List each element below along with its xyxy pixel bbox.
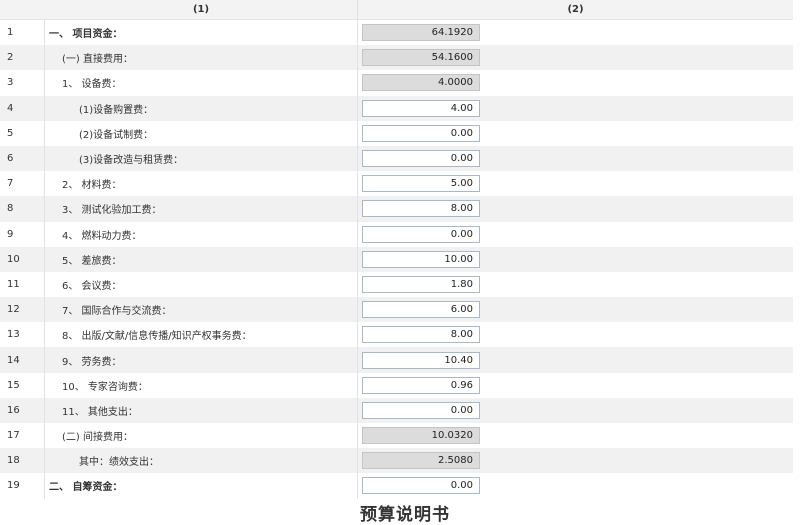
table-row: 13 8、 出版/文献/信息传播/知识产权事务费： 8.00 xyxy=(0,322,793,348)
row-number: 13 xyxy=(0,322,45,348)
table-row: 10 5、 差旅费： 10.00 xyxy=(0,246,793,272)
fuel-power-input[interactable]: 0.00 xyxy=(362,225,480,243)
table-row: 6 (3)设备改造与租赁费： 0.00 xyxy=(0,145,793,172)
table-row: 2 (一) 直接费用： 54.1600 xyxy=(0,45,793,71)
row-label-fuel-power: 4、 燃料动力费： xyxy=(45,221,358,247)
publication-input[interactable]: 8.00 xyxy=(362,326,480,344)
table-row: 15 10、 专家咨询费： 0.96 xyxy=(0,372,793,398)
other-input[interactable]: 0.00 xyxy=(362,401,480,419)
row-label-expert: 10、 专家咨询费： xyxy=(45,372,358,398)
row-label-equipment-rental: (3)设备改造与租赁费： xyxy=(45,145,358,172)
table-row: 11 6、 会议费： 1.80 xyxy=(0,271,793,298)
row-number: 19 xyxy=(0,473,45,499)
self-funds-input[interactable]: 0.00 xyxy=(362,477,480,495)
row-label-other: 11、 其他支出： xyxy=(45,397,358,423)
row-label-travel: 5、 差旅费： xyxy=(45,246,358,272)
row-label-performance: 其中：绩效支出： xyxy=(45,448,358,474)
table-row: 9 4、 燃料动力费： 0.00 xyxy=(0,221,793,247)
row-number: 1 xyxy=(0,20,45,46)
table-row: 7 2、 材料费： 5.00 xyxy=(0,171,793,197)
row-number: 8 xyxy=(0,196,45,222)
table-row: 18 其中：绩效支出： 2.5080 xyxy=(0,448,793,474)
row-number: 11 xyxy=(0,271,45,298)
header-num-cell xyxy=(0,0,45,19)
row-label-equipment-purchase: (1)设备购置费： xyxy=(45,95,358,121)
header-col1: (1) xyxy=(45,0,358,19)
indirect-costs-total: 10.0320 xyxy=(362,427,480,445)
table-header: (1) (2) xyxy=(0,0,793,20)
table-row: 8 3、 测试化验加工费： 8.00 xyxy=(0,196,793,222)
row-label-equipment: 1、 设备费： xyxy=(45,70,358,96)
header-col2: (2) xyxy=(567,4,584,15)
row-label-publication: 8、 出版/文献/信息传播/知识产权事务费： xyxy=(45,322,358,348)
row-label-equipment-trial: (2)设备试制费： xyxy=(45,120,358,146)
equipment-trial-input[interactable]: 0.00 xyxy=(362,124,480,142)
row-label-labor: 9、 劳务费： xyxy=(45,347,358,373)
table-row: 17 (二) 间接费用： 10.0320 xyxy=(0,423,793,449)
equipment-total: 4.0000 xyxy=(362,74,480,92)
table-row: 19 二、 自筹资金： 0.00 xyxy=(0,473,793,499)
row-label-international: 7、 国际合作与交流费： xyxy=(45,297,358,323)
row-number: 18 xyxy=(0,448,45,474)
equipment-rental-input[interactable]: 0.00 xyxy=(362,150,480,168)
row-number: 12 xyxy=(0,297,45,323)
row-label-self-funds: 二、 自筹资金： xyxy=(45,473,358,499)
row-number: 4 xyxy=(0,95,45,121)
table-row: 14 9、 劳务费： 10.40 xyxy=(0,347,793,373)
row-label-testing: 3、 测试化验加工费： xyxy=(45,196,358,222)
row-label-meeting: 6、 会议费： xyxy=(45,271,358,298)
row-label-materials: 2、 材料费： xyxy=(45,171,358,197)
row-number: 10 xyxy=(0,246,45,272)
row-number: 2 xyxy=(0,45,45,71)
labor-input[interactable]: 10.40 xyxy=(362,351,480,369)
row-number: 14 xyxy=(0,347,45,373)
row-number: 16 xyxy=(0,397,45,423)
expert-input[interactable]: 0.96 xyxy=(362,376,480,394)
row-number: 3 xyxy=(0,70,45,96)
table-row: 16 11、 其他支出： 0.00 xyxy=(0,397,793,423)
performance-total: 2.5080 xyxy=(362,452,480,470)
budget-table: (1) (2) 1 一、 项目资金： 64.1920 2 (一) 直接费用： 5… xyxy=(0,0,793,499)
testing-input[interactable]: 8.00 xyxy=(362,200,480,218)
meeting-input[interactable]: 1.80 xyxy=(362,275,480,293)
row-number: 17 xyxy=(0,423,45,449)
table-row: 5 (2)设备试制费： 0.00 xyxy=(0,120,793,146)
row-number: 7 xyxy=(0,171,45,197)
table-row: 12 7、 国际合作与交流费： 6.00 xyxy=(0,297,793,323)
materials-input[interactable]: 5.00 xyxy=(362,175,480,193)
row-number: 5 xyxy=(0,120,45,146)
row-label-project-funds: 一、 项目资金： xyxy=(45,20,358,46)
row-number: 9 xyxy=(0,221,45,247)
project-funds-total: 64.1920 xyxy=(362,24,480,42)
row-label-indirect-costs: (二) 间接费用： xyxy=(45,423,358,449)
travel-input[interactable]: 10.00 xyxy=(362,250,480,268)
row-label-direct-costs: (一) 直接费用： xyxy=(45,45,358,71)
equipment-purchase-input[interactable]: 4.00 xyxy=(362,99,480,117)
direct-costs-total: 54.1600 xyxy=(362,49,480,67)
table-row: 1 一、 项目资金： 64.1920 xyxy=(0,20,793,46)
table-row: 4 (1)设备购置费： 4.00 xyxy=(0,95,793,121)
budget-description-title: 预算说明书 xyxy=(360,505,450,525)
international-input[interactable]: 6.00 xyxy=(362,301,480,319)
row-number: 15 xyxy=(0,372,45,398)
table-row: 3 1、 设备费： 4.0000 xyxy=(0,70,793,96)
row-number: 6 xyxy=(0,145,45,172)
